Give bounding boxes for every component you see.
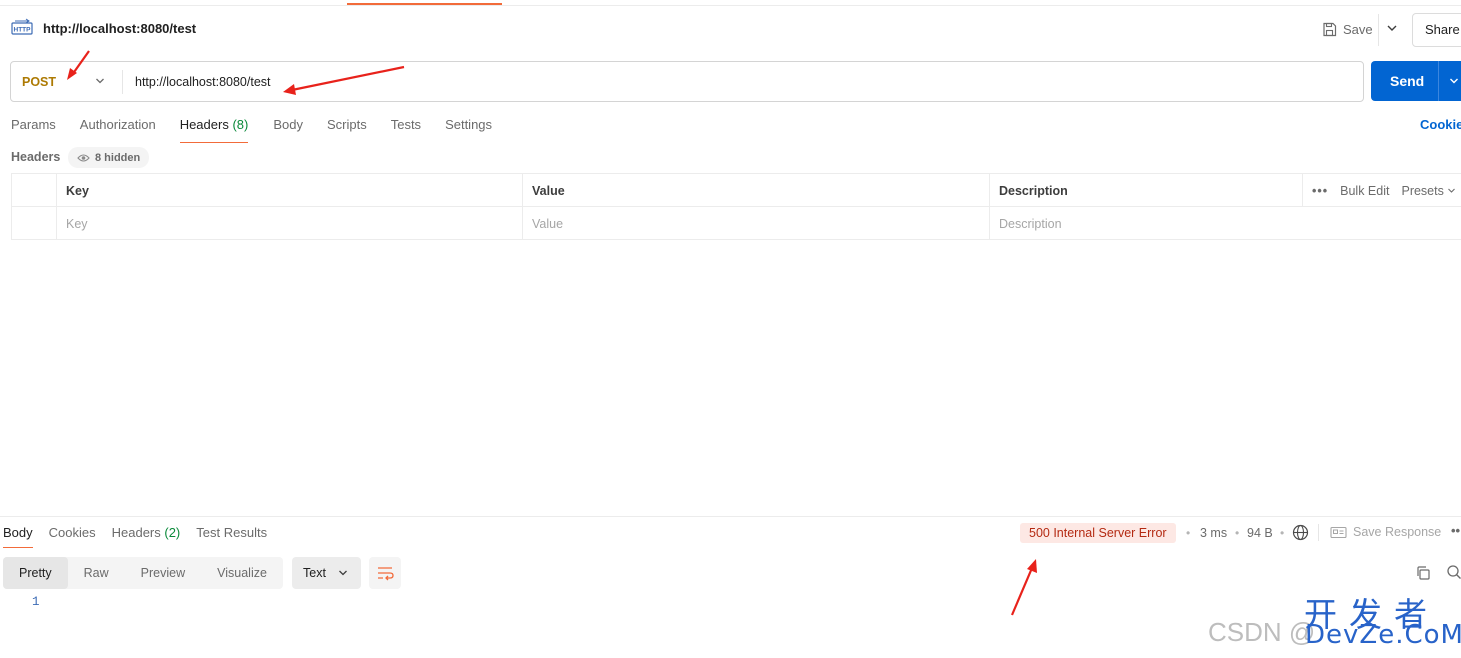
save-button[interactable]: Save — [1322, 18, 1373, 40]
description-input[interactable]: Description — [990, 207, 1461, 240]
url-bar: POST — [10, 61, 1364, 102]
save-response-button[interactable]: Save Response — [1330, 525, 1441, 539]
chevron-down-icon[interactable] — [1447, 74, 1461, 88]
response-tab-test-results[interactable]: Test Results — [196, 525, 267, 548]
view-visualize[interactable]: Visualize — [201, 557, 283, 589]
response-tab-headers[interactable]: Headers (2) — [112, 525, 181, 548]
search-icon[interactable] — [1446, 564, 1461, 580]
more-options-icon[interactable]: •• — [1451, 523, 1460, 538]
key-input[interactable]: Key — [57, 207, 523, 240]
chevron-down-icon[interactable] — [1384, 20, 1400, 36]
table-row: Key Value Description — [12, 207, 1461, 240]
request-title[interactable]: http://localhost:8080/test — [43, 21, 196, 36]
response-view-modes: Pretty Raw Preview Visualize — [3, 557, 283, 589]
response-divider[interactable] — [0, 516, 1461, 517]
response-tab-cookies[interactable]: Cookies — [49, 525, 96, 548]
tab-headers[interactable]: Headers (8) — [179, 117, 249, 143]
value-input[interactable]: Value — [523, 207, 990, 240]
presets-dropdown[interactable]: Presets — [1401, 184, 1456, 198]
response-time[interactable]: 3 ms — [1200, 526, 1227, 540]
share-button[interactable]: Share — [1412, 13, 1461, 47]
row-checkbox-cell — [12, 207, 57, 240]
eye-icon — [77, 153, 90, 162]
chevron-down-icon — [1448, 188, 1456, 193]
annotation-arrow-status — [1010, 559, 1037, 616]
method-select[interactable]: POST — [22, 75, 56, 89]
send-separator — [1438, 61, 1439, 101]
url-separator — [122, 70, 123, 94]
headers-table: Key Value Description ••• Bulk Edit Pres… — [11, 173, 1461, 240]
response-size[interactable]: 94 B — [1247, 526, 1273, 540]
save-response-label: Save Response — [1353, 525, 1442, 539]
tab-count: (2) — [164, 525, 181, 540]
chevron-down-icon — [339, 570, 347, 576]
headers-section-label: Headers — [11, 150, 61, 164]
copy-icon[interactable] — [1415, 565, 1431, 581]
more-options-icon[interactable]: ••• — [1312, 184, 1328, 198]
send-button[interactable]: Send — [1371, 61, 1461, 101]
response-tabs: Body Cookies Headers (2) Test Results — [3, 525, 267, 548]
hidden-count: 8 hidden — [95, 151, 141, 164]
view-raw[interactable]: Raw — [68, 557, 125, 589]
url-input[interactable] — [135, 72, 1335, 92]
format-value: Text — [303, 566, 326, 580]
tab-params[interactable]: Params — [11, 117, 56, 143]
tab-body[interactable]: Body — [273, 117, 303, 143]
view-preview[interactable]: Preview — [125, 557, 201, 589]
checkbox-column — [12, 174, 57, 207]
request-titlebar: HTTP http://localhost:8080/test Save Sha… — [0, 6, 1461, 52]
tab-settings[interactable]: Settings — [445, 117, 492, 143]
wrap-lines-icon — [378, 567, 394, 581]
meta-separator: • — [1280, 526, 1285, 540]
tab-authorization[interactable]: Authorization — [80, 117, 156, 143]
column-header-description: Description — [990, 174, 1303, 207]
save-response-icon — [1330, 526, 1347, 538]
bulk-edit-button[interactable]: Bulk Edit — [1340, 184, 1389, 198]
tab-count: (8) — [232, 117, 249, 132]
watermark-csdn: CSDN @ — [1208, 617, 1316, 647]
save-label: Save — [1343, 21, 1373, 37]
request-tabs: Params Authorization Headers (8) Body Sc… — [11, 117, 492, 143]
hidden-headers-toggle[interactable]: 8 hidden — [68, 147, 150, 168]
status-badge[interactable]: 500 Internal Server Error — [1020, 523, 1176, 543]
table-header-row: Key Value Description ••• Bulk Edit Pres… — [12, 174, 1461, 207]
column-header-key: Key — [57, 174, 523, 207]
response-meta-divider — [1318, 524, 1319, 541]
cookies-link[interactable]: Cookie — [1420, 117, 1461, 132]
meta-separator: • — [1186, 526, 1191, 540]
line-number: 1 — [32, 595, 40, 609]
wrap-lines-button[interactable] — [369, 557, 401, 589]
tab-scripts[interactable]: Scripts — [327, 117, 367, 143]
column-header-value: Value — [523, 174, 990, 207]
http-request-icon: HTTP — [11, 18, 33, 35]
watermark-devze-en: DevZe.CoM — [1305, 620, 1461, 650]
save-icon — [1323, 22, 1337, 36]
chevron-down-icon[interactable] — [93, 74, 107, 88]
send-label: Send — [1390, 73, 1425, 89]
table-tools: ••• Bulk Edit Presets — [1303, 174, 1461, 207]
globe-icon[interactable] — [1292, 524, 1309, 541]
save-divider — [1378, 14, 1379, 46]
response-tab-body[interactable]: Body — [3, 525, 33, 548]
format-select[interactable]: Text — [292, 557, 361, 589]
svg-text:HTTP: HTTP — [14, 27, 32, 34]
tab-tests[interactable]: Tests — [391, 117, 421, 143]
meta-separator: • — [1235, 526, 1240, 540]
view-pretty[interactable]: Pretty — [3, 557, 68, 589]
